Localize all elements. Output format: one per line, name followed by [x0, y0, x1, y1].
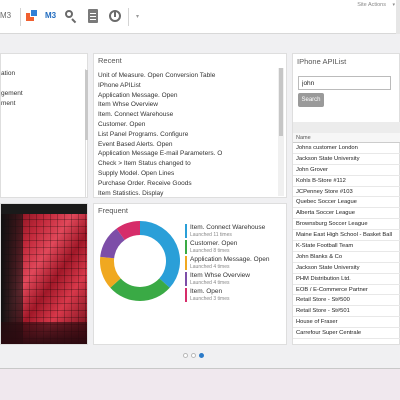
table-row[interactable]: John Blanks & Co: [293, 252, 400, 263]
toolbar-separator: [128, 8, 129, 26]
legend-color-swatch: [185, 240, 187, 254]
legend-launch-count: Launched 3 times: [190, 296, 230, 302]
table-row[interactable]: Retail Store - St#501: [293, 306, 400, 318]
table-row[interactable]: Jackson State University: [293, 154, 400, 165]
toolbar-separator: [20, 8, 21, 26]
legend-label: Customer. Open: [190, 240, 238, 247]
recent-item[interactable]: Event Based Alerts. Open: [98, 140, 278, 150]
legend-launch-count: Launched 8 times: [190, 248, 230, 254]
legend-launch-count: Launched 4 times: [190, 280, 230, 286]
legend-color-swatch: [185, 288, 187, 302]
search-button[interactable]: Search: [298, 93, 324, 107]
footer-area: [0, 369, 400, 400]
page-dot[interactable]: [199, 353, 204, 358]
table-row[interactable]: Quebec Soccer League: [293, 197, 400, 209]
m3-logo-icon[interactable]: [26, 9, 39, 22]
column-header-name[interactable]: Name: [293, 133, 400, 143]
app-label-left[interactable]: M3: [0, 11, 11, 20]
recent-item[interactable]: Item Whse Overview: [98, 100, 278, 110]
list-item[interactable]: gement: [1, 89, 85, 99]
analytics-icon[interactable]: [108, 9, 122, 23]
recent-item[interactable]: Unit of Measure. Open Conversion Table: [98, 71, 278, 81]
recent-panel: Recent Unit of Measure. Open Conversion …: [93, 53, 287, 198]
recent-item[interactable]: IPhone APIList: [98, 81, 278, 91]
search-input[interactable]: [298, 76, 391, 90]
scrollbar-thumb[interactable]: [279, 68, 283, 136]
chevron-down-icon[interactable]: ▾: [136, 13, 139, 20]
recent-item[interactable]: Purchase Order. Receive Goods: [98, 179, 278, 189]
page-dot[interactable]: [183, 353, 188, 358]
scrollbar[interactable]: [85, 70, 88, 140]
search-icon[interactable]: [64, 9, 78, 24]
legend-item[interactable]: Item. Connect Warehouse Launched 11 times: [185, 224, 285, 240]
page-indicator: [183, 353, 207, 359]
legend-item[interactable]: Customer. Open Launched 8 times: [185, 240, 285, 256]
document-icon[interactable]: [86, 9, 100, 23]
table-row[interactable]: Kohls B-Store #112: [293, 176, 400, 187]
list-item[interactable]: ation: [1, 69, 85, 79]
legend-launch-count: Launched 4 times: [190, 264, 230, 270]
recent-item[interactable]: Supply Model. Open Lines: [98, 169, 278, 179]
image-panel: [0, 203, 88, 345]
donut-slice-1[interactable]: [110, 278, 170, 302]
table-row[interactable]: Jackson State University: [293, 263, 400, 274]
table-row[interactable]: John Grover: [293, 165, 400, 176]
legend-color-swatch: [185, 256, 187, 270]
toolbar-edge: [396, 0, 400, 34]
iphone-apilist-panel: IPhone APIList Search Name Johns custome…: [292, 53, 400, 345]
table-row[interactable]: Johns customer London: [293, 143, 400, 154]
left-panel-list: ation gement ment: [1, 69, 86, 197]
table-row[interactable]: Carrefour Super Centrale: [293, 328, 400, 340]
legend-label: Item. Connect Warehouse: [190, 224, 266, 231]
table-row[interactable]: K-State Football Team: [293, 241, 400, 252]
panel-title: Frequent: [98, 206, 129, 215]
left-panel: ation gement ment: [0, 53, 88, 198]
legend-color-swatch: [185, 272, 187, 286]
panel-divider: [293, 122, 400, 133]
top-toolbar: M3 M3 ▾ Site Actions ▾: [0, 0, 400, 34]
recent-item[interactable]: Check > Item Status changed to: [98, 159, 278, 169]
table-row[interactable]: PHM Distribution Ltd.: [293, 274, 400, 285]
recent-list: Unit of Measure. Open Conversion Table I…: [98, 71, 278, 198]
legend-item[interactable]: Application Message. Open Launched 4 time…: [185, 256, 285, 272]
legend-label: Item Whse Overview: [190, 272, 250, 279]
frequency-donut-chart: [100, 221, 181, 302]
recent-item[interactable]: Application Message. Open: [98, 91, 278, 101]
results-table: Name Johns customer London Jackson State…: [293, 133, 400, 340]
frequent-panel: Frequent Item. Connect Warehouse Launched…: [93, 203, 287, 345]
legend-item[interactable]: Item. Open Launched 3 times: [185, 288, 285, 304]
recent-item[interactable]: Customer. Open: [98, 120, 278, 130]
donut-slice-0[interactable]: [140, 221, 181, 288]
app-label[interactable]: M3: [45, 11, 56, 20]
table-row[interactable]: Maine East High School - Basket Ball: [293, 230, 400, 242]
page-dot[interactable]: [191, 353, 196, 358]
recent-item[interactable]: Item Statistics. Display: [98, 189, 278, 199]
site-actions-arrow-icon[interactable]: ▾: [392, 2, 395, 8]
panel-title: Recent: [98, 56, 122, 65]
table-row[interactable]: House of Fraser: [293, 317, 400, 329]
legend-launch-count: Launched 11 times: [190, 232, 232, 238]
list-item[interactable]: ment: [1, 99, 85, 109]
legend-color-swatch: [185, 224, 187, 238]
recent-item[interactable]: List Panel Programs. Configure: [98, 130, 278, 140]
recent-item[interactable]: Item. Connect Warehouse: [98, 110, 278, 120]
legend-item[interactable]: Item Whse Overview Launched 4 times: [185, 272, 285, 288]
table-row[interactable]: Brownsburg Soccer League: [293, 219, 400, 231]
list-item[interactable]: [1, 79, 85, 89]
table-row[interactable]: EOB / E-Commerce Partner: [293, 285, 400, 296]
photo-floor: [1, 322, 87, 344]
panel-title: IPhone APIList: [297, 57, 347, 66]
table-row[interactable]: Retail Store - St#500: [293, 295, 400, 307]
recent-item[interactable]: Application Message E-mail Parameters. O: [98, 149, 278, 159]
legend-label: Application Message. Open: [190, 256, 270, 263]
table-row[interactable]: Alberta Soccer League: [293, 208, 400, 220]
legend-label: Item. Open: [190, 288, 223, 295]
frequent-legend: Item. Connect Warehouse Launched 11 times…: [185, 224, 285, 304]
table-row[interactable]: JCPenney Store #103: [293, 187, 400, 198]
site-actions-menu[interactable]: Site Actions: [357, 2, 386, 8]
